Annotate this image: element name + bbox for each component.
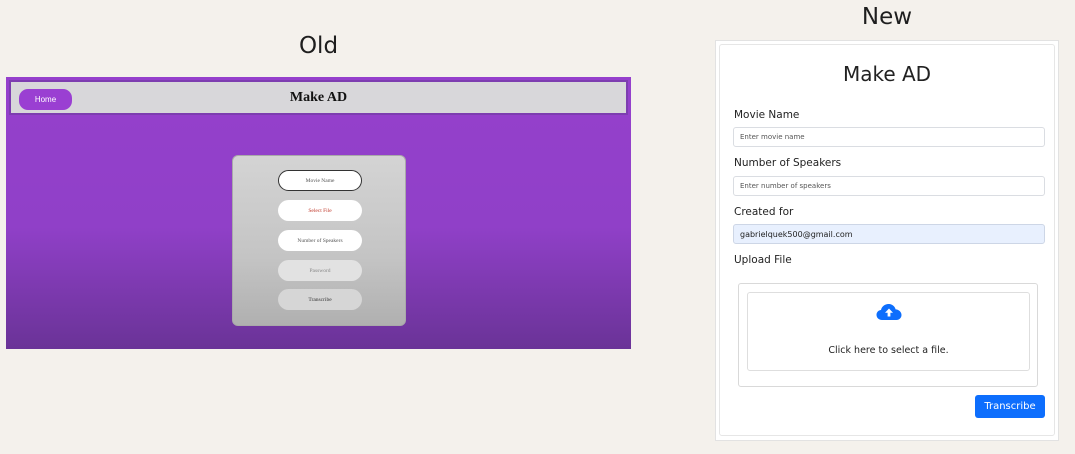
- speakers-input[interactable]: Enter number of speakers: [733, 176, 1045, 196]
- old-ui-screenshot: Make AD Home Movie Name Select File Numb…: [6, 77, 631, 349]
- speakers-label: Number of Speakers: [734, 157, 842, 169]
- created-for-label: Created for: [734, 206, 794, 218]
- old-password-input[interactable]: Password: [278, 260, 362, 281]
- upload-prompt: Click here to select a file.: [828, 345, 949, 356]
- old-select-file-button[interactable]: Select File: [278, 200, 362, 221]
- new-page-title: Make AD: [842, 62, 932, 86]
- old-form-panel: Movie Name Select File Number of Speaker…: [232, 155, 406, 326]
- cloud-upload-icon: [876, 304, 902, 320]
- upload-click-area[interactable]: Click here to select a file.: [747, 292, 1030, 371]
- old-password-placeholder: Password: [309, 267, 331, 274]
- upload-dropzone: Click here to select a file.: [738, 283, 1038, 387]
- old-movie-name-input[interactable]: Movie Name: [278, 170, 362, 191]
- new-form-card: Make AD Movie Name Enter movie name Numb…: [719, 44, 1055, 436]
- old-page-title: Make AD: [289, 89, 348, 105]
- old-caption: Old: [298, 33, 339, 59]
- old-movie-name-placeholder: Movie Name: [305, 177, 335, 184]
- old-home-button[interactable]: Home: [19, 89, 72, 110]
- new-ui-screenshot: Make AD Movie Name Enter movie name Numb…: [715, 40, 1059, 441]
- old-transcribe-button[interactable]: Transcribe: [278, 289, 362, 310]
- old-speakers-input[interactable]: Number of Speakers: [278, 230, 362, 251]
- old-header-bar: Make AD Home: [9, 80, 628, 115]
- movie-name-input[interactable]: Enter movie name: [733, 127, 1045, 147]
- transcribe-button[interactable]: Transcribe: [975, 395, 1045, 418]
- upload-file-label: Upload File: [734, 254, 792, 266]
- old-transcribe-label: Transcribe: [308, 296, 332, 303]
- old-select-file-label: Select File: [308, 207, 332, 214]
- movie-name-label: Movie Name: [734, 109, 800, 121]
- new-caption: New: [861, 4, 913, 30]
- old-speakers-placeholder: Number of Speakers: [297, 237, 343, 244]
- created-for-input[interactable]: gabrielquek500@gmail.com: [733, 224, 1045, 244]
